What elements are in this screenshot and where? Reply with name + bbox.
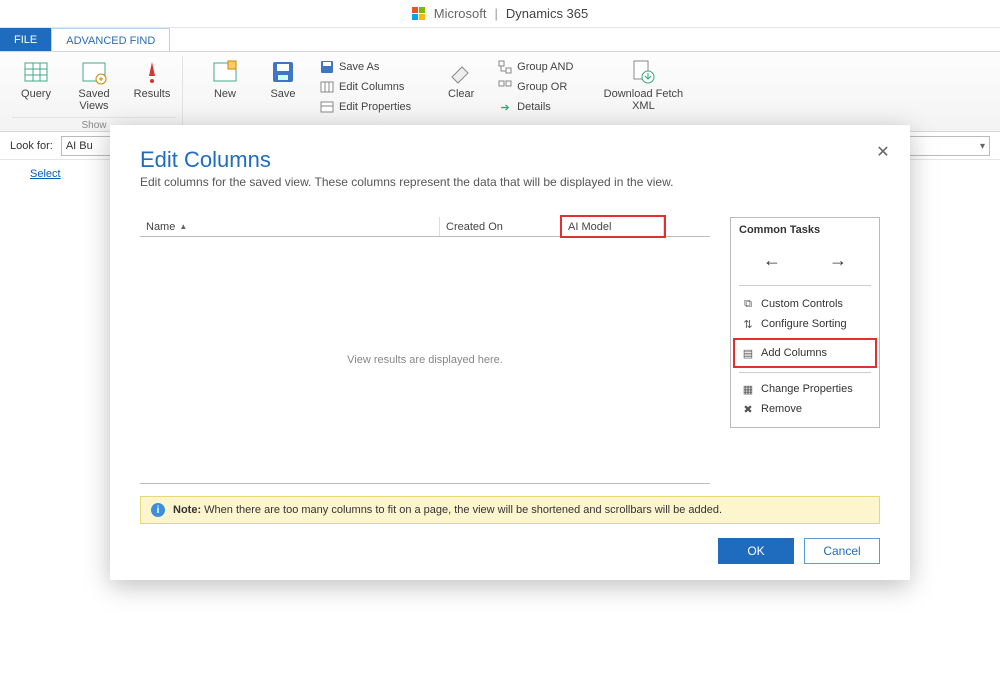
task-add-columns[interactable]: ▤ Add Columns [735, 340, 875, 366]
arrow-left-icon: ← [763, 250, 781, 270]
task-separator [739, 372, 871, 373]
results-divider [140, 483, 710, 484]
note-bar: i Note: When there are too many columns … [140, 496, 880, 524]
column-header-created-on[interactable]: Created On [440, 217, 562, 236]
add-columns-icon: ▤ [741, 346, 755, 360]
column-header-spacer [664, 217, 710, 236]
dialog-footer: OK Cancel [140, 524, 880, 564]
column-header-ai-model-label: AI Model [568, 221, 611, 233]
task-configure-sorting-label: Configure Sorting [761, 318, 847, 330]
task-change-properties[interactable]: ▦ Change Properties [739, 379, 871, 399]
common-tasks-panel: Common Tasks ← → ⧉ Custom Controls [730, 217, 880, 428]
remove-icon: ✖ [741, 402, 755, 416]
task-custom-controls-label: Custom Controls [761, 298, 843, 310]
move-left-button[interactable]: ← [753, 250, 791, 271]
column-header-ai-model[interactable]: AI Model [562, 217, 664, 236]
column-header-name[interactable]: Name ▲ [140, 217, 440, 236]
move-right-button[interactable]: → [819, 250, 857, 271]
arrow-right-icon: → [829, 250, 847, 270]
task-remove-label: Remove [761, 403, 802, 415]
modal-backdrop: ✕ Edit Columns Edit columns for the save… [0, 0, 1000, 699]
cancel-button[interactable]: Cancel [804, 538, 880, 564]
close-icon: ✕ [876, 142, 889, 162]
sort-asc-icon: ▲ [179, 222, 187, 231]
task-remove[interactable]: ✖ Remove [739, 399, 871, 419]
dialog-title: Edit Columns [140, 147, 880, 173]
note-text: When there are too many columns to fit o… [204, 504, 722, 516]
ok-button[interactable]: OK [718, 538, 794, 564]
change-properties-icon: ▦ [741, 382, 755, 396]
column-headers: Name ▲ Created On AI Model [140, 217, 710, 237]
custom-controls-icon: ⧉ [741, 297, 755, 311]
dialog-subtitle: Edit columns for the saved view. These c… [140, 175, 880, 189]
task-configure-sorting[interactable]: ⇅ Configure Sorting [739, 314, 871, 334]
column-header-created-on-label: Created On [446, 221, 503, 233]
note-label: Note: [173, 504, 201, 516]
close-button[interactable]: ✕ [872, 141, 894, 163]
configure-sorting-icon: ⇅ [741, 317, 755, 331]
common-tasks-title: Common Tasks [739, 224, 871, 236]
info-icon: i [151, 503, 165, 517]
task-add-columns-label: Add Columns [761, 347, 827, 359]
task-custom-controls[interactable]: ⧉ Custom Controls [739, 294, 871, 314]
edit-columns-dialog: ✕ Edit Columns Edit columns for the save… [110, 125, 910, 580]
results-placeholder: View results are displayed here. [140, 237, 710, 483]
task-change-properties-label: Change Properties [761, 383, 853, 395]
column-header-name-label: Name [146, 221, 175, 233]
